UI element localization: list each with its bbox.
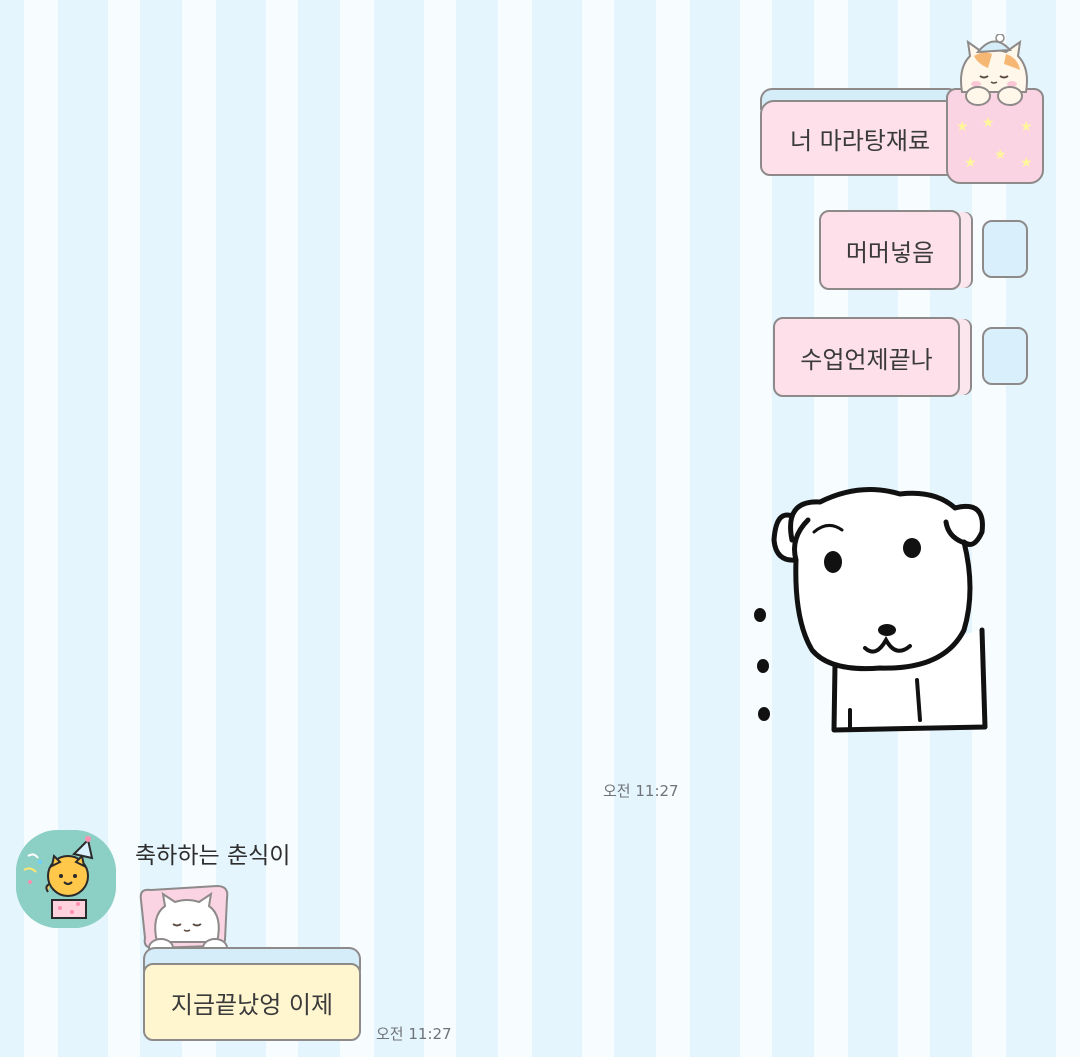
message-text: 머머넣음: [845, 238, 935, 267]
message-timestamp: 오전 11:27: [603, 782, 679, 800]
sent-message-bubble[interactable]: 수업언제끝나: [773, 317, 960, 397]
sleeping-cat-jar-icon: [960, 34, 1028, 106]
star-icon: ★: [982, 115, 995, 131]
pillow-icon: [982, 220, 1028, 278]
message-timestamp: 오전 11:27: [376, 1025, 452, 1043]
star-icon: ★: [994, 147, 1007, 163]
sender-avatar[interactable]: [16, 830, 116, 928]
message-text: 너 마라탕재료: [789, 126, 931, 155]
message-text: 지금끝났엉 이제: [170, 990, 334, 1019]
star-icon: ★: [1020, 119, 1033, 135]
star-icon: ★: [956, 119, 969, 135]
sender-name[interactable]: 축하하는 춘식이: [135, 836, 290, 870]
sent-message-bubble[interactable]: 너 마라탕재료: [760, 100, 960, 176]
puppy-sticker-icon[interactable]: [750, 480, 1000, 740]
star-icon: ★: [964, 155, 977, 171]
star-icon: ★: [1020, 155, 1033, 171]
received-message-bubble[interactable]: 지금끝났엉 이제: [143, 963, 361, 1041]
message-text: 수업언제끝나: [800, 345, 933, 374]
sent-message-bubble[interactable]: 머머넣음: [819, 210, 961, 290]
chat-room[interactable]: 너 마라탕재료 ★ ★ ★ ★ ★ ★ 머머넣음 수업언제끝나 오전 11:27…: [0, 0, 1080, 1057]
pillow-icon: [982, 327, 1028, 385]
choonsik-party-avatar-icon: [16, 830, 116, 928]
